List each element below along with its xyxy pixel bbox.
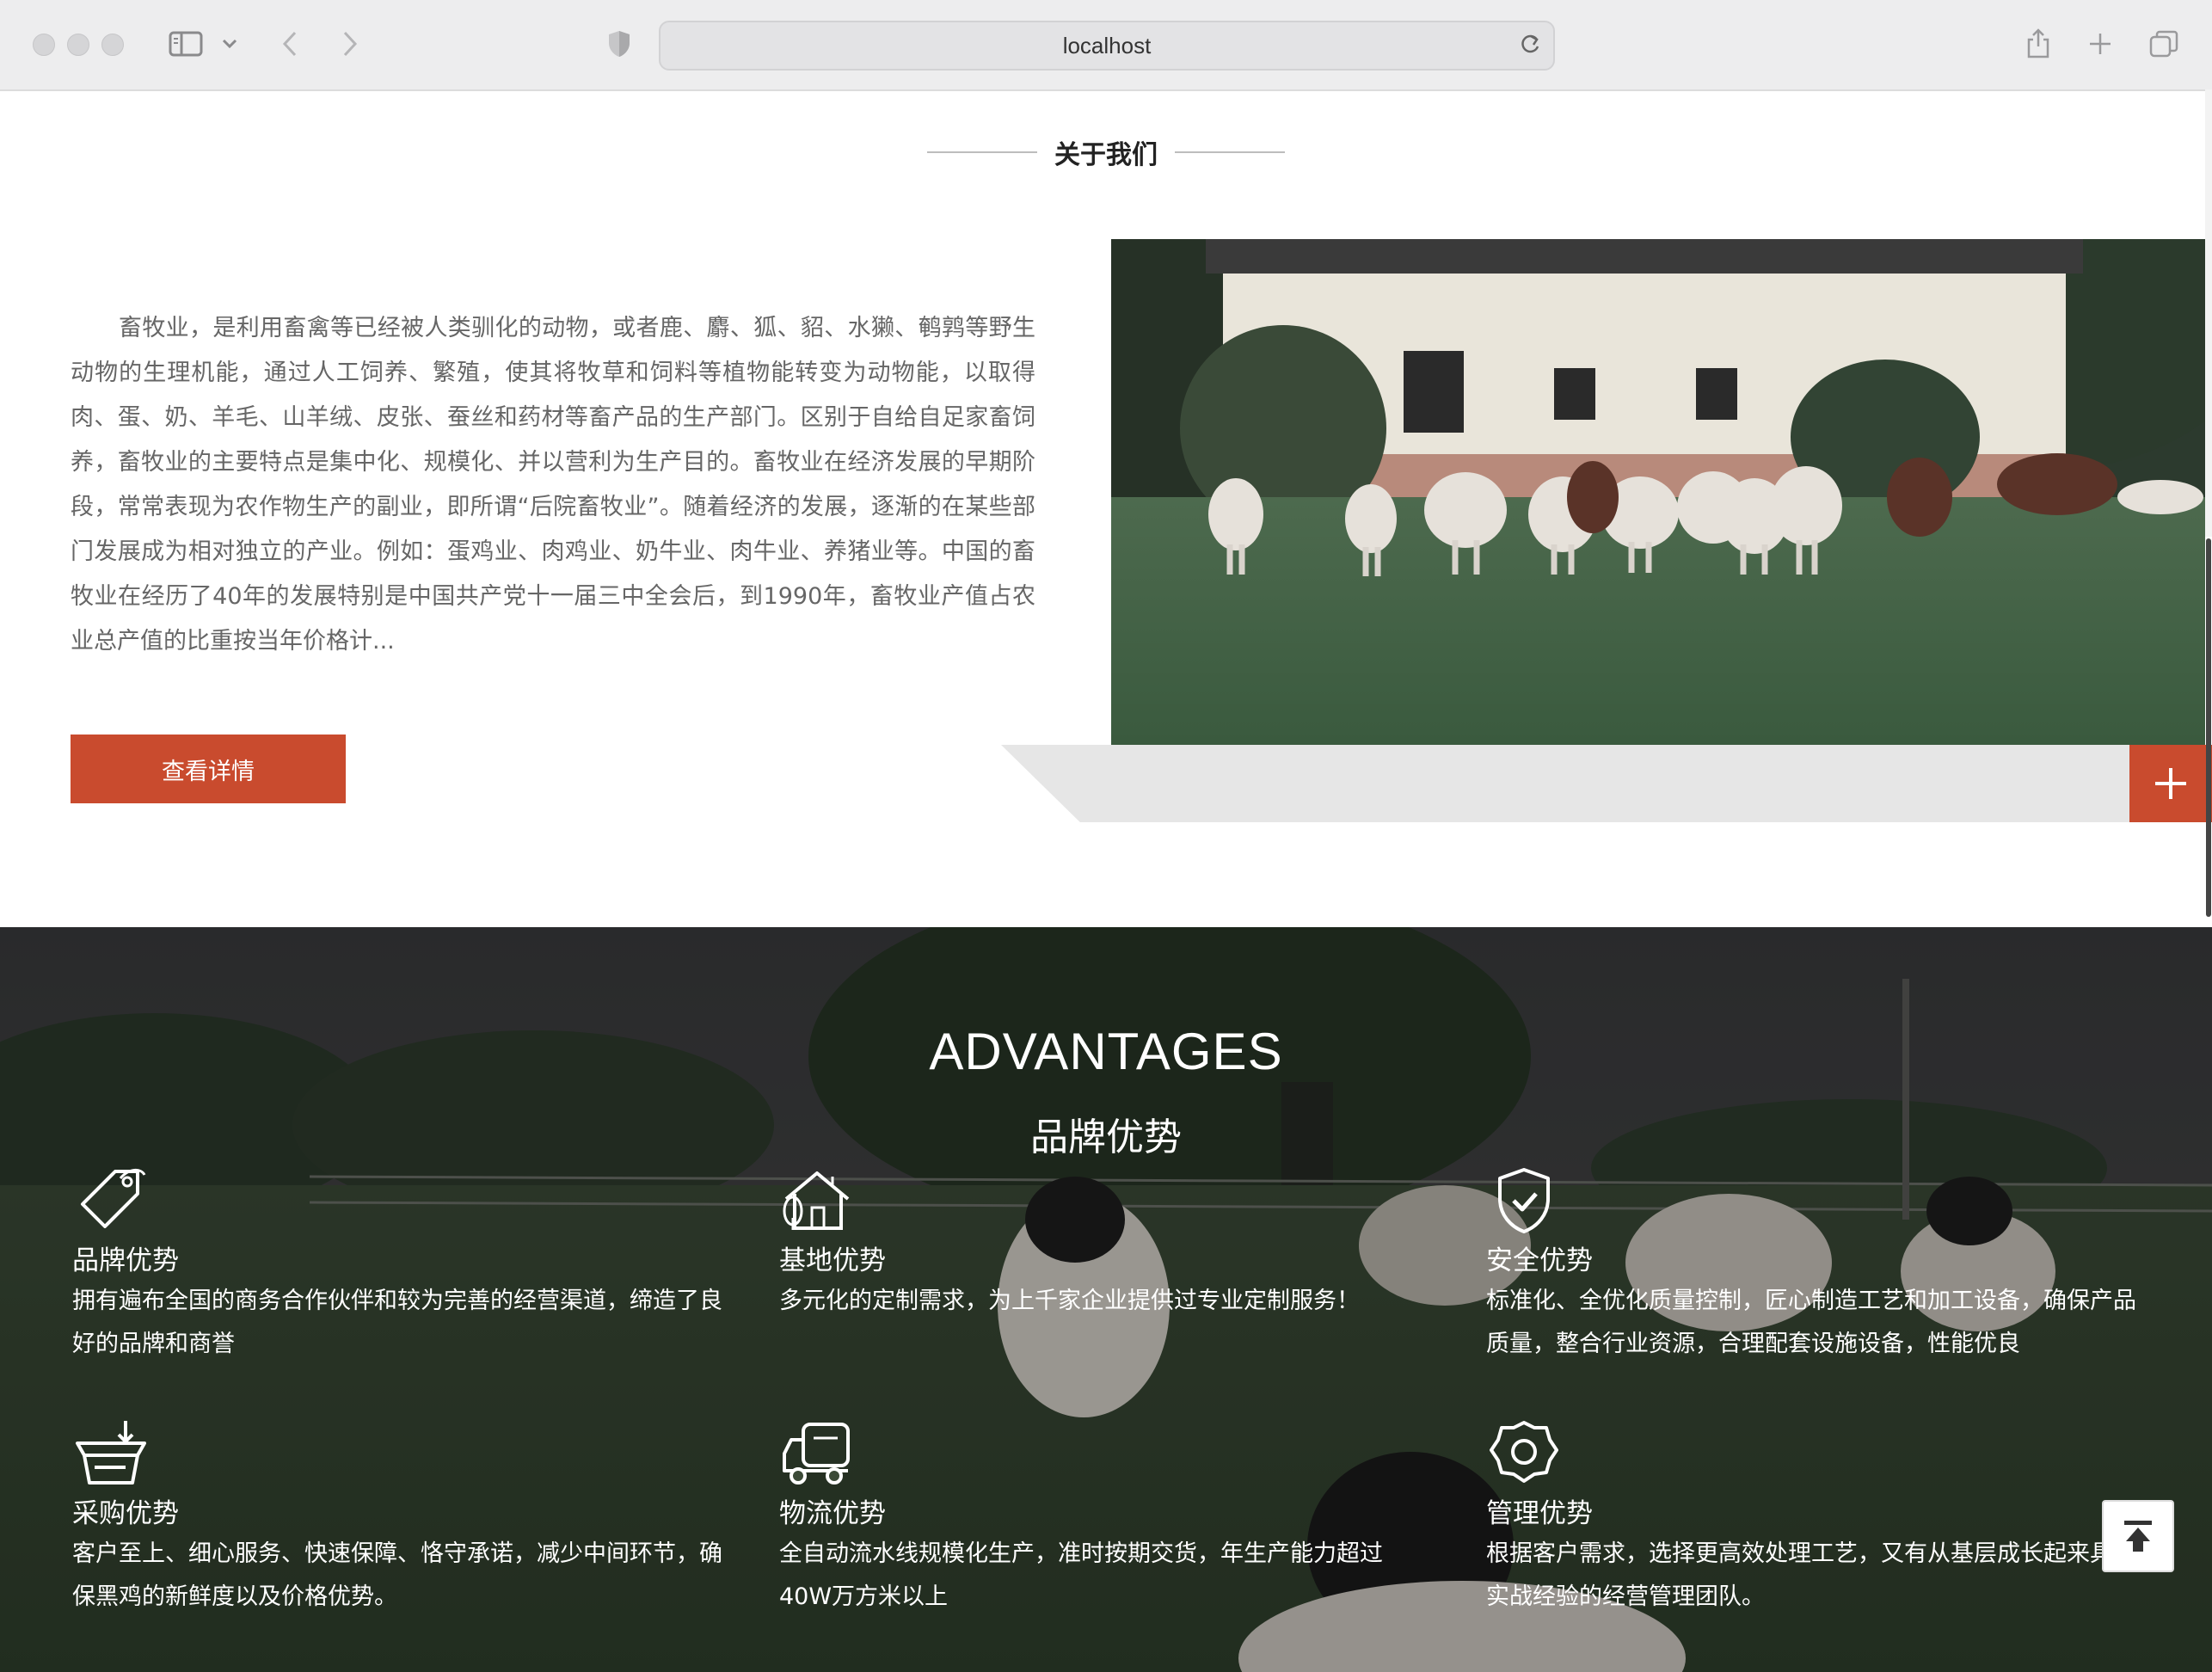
url-text: localhost [1062, 32, 1152, 58]
advantage-desc: 根据客户需求，选择更高效处理工艺，又有从基层成长起来具有实战经验的经营管理团队。 [1486, 1540, 2136, 1610]
advantage-item-purchase: 采购优势 客户至上、细心服务、快速保障、恪守承诺，减少中间环节，确保黑鸡的新鲜度… [72, 1419, 726, 1619]
reload-icon[interactable] [1519, 33, 1541, 63]
address-bar[interactable]: localhost [659, 21, 1555, 71]
scrollbar-track [2205, 89, 2212, 537]
advantage-desc: 拥有遍布全国的商务合作伙伴和较为完善的经营渠道，缔造了良好的品牌和商誉 [72, 1288, 722, 1357]
browser-toolbar: localhost [0, 0, 2212, 91]
sidebar-icon[interactable] [167, 26, 205, 62]
window-minimize-button[interactable] [67, 34, 89, 56]
advantage-item-management: 管理优势 根据客户需求，选择更高效处理工艺，又有从基层成长起来具有实战经验的经营… [1486, 1419, 2140, 1619]
decorative-gray-band [1001, 745, 2129, 822]
plus-icon[interactable] [2129, 745, 2212, 822]
heading-line-right [1175, 151, 1285, 153]
advantages-subtitle: 品牌优势 [1030, 1116, 1182, 1159]
purchase-basket-icon [72, 1419, 150, 1488]
new-tab-icon[interactable] [2085, 26, 2116, 62]
about-section-heading: 关于我们 [0, 131, 2212, 174]
shield-icon[interactable] [604, 26, 635, 62]
advantages-title: ADVANTAGES [929, 1023, 1283, 1080]
farm-house-icon [779, 1166, 857, 1235]
back-to-top-icon[interactable] [2102, 1500, 2174, 1572]
chevron-down-icon[interactable] [220, 26, 239, 62]
tag-icon [72, 1166, 150, 1235]
advantage-name: 基地优势 [779, 1245, 886, 1276]
share-icon[interactable] [2023, 26, 2054, 62]
advantage-name: 采购优势 [72, 1498, 179, 1529]
about-description: 畜牧业，是利用畜禽等已经被人类驯化的动物，或者鹿、麝、狐、貂、水獭、鹌鹑等野生动… [71, 315, 1035, 655]
advantage-item-brand: 品牌优势 拥有遍布全国的商务合作伙伴和较为完善的经营渠道，缔造了良好的品牌和商誉 [72, 1166, 726, 1366]
scrollbar-thumb[interactable] [2206, 538, 2211, 917]
back-icon[interactable] [277, 26, 303, 62]
window-close-button[interactable] [33, 34, 55, 56]
advantage-item-safety: 安全优势 标准化、全优化质量控制，匠心制造工艺和加工设备，确保产品质量，整合行业… [1486, 1166, 2140, 1366]
advantage-desc: 客户至上、细心服务、快速保障、恪守承诺，减少中间环节，确保黑鸡的新鲜度以及价格优… [72, 1540, 722, 1610]
about-title: 关于我们 [1054, 140, 1158, 170]
gear-icon [1486, 1419, 1564, 1488]
advantage-desc: 标准化、全优化质量控制，匠心制造工艺和加工设备，确保产品质量，整合行业资源，合理… [1486, 1288, 2136, 1357]
shield-check-icon [1486, 1166, 1564, 1235]
view-details-button[interactable]: 查看详情 [71, 735, 346, 803]
advantage-desc: 全自动流水线规模化生产，准时按期交货，年生产能力超过40W万方米以上 [779, 1540, 1383, 1610]
truck-icon [779, 1419, 857, 1488]
advantage-item-logistics: 物流优势 全自动流水线规模化生产，准时按期交货，年生产能力超过40W万方米以上 [779, 1419, 1433, 1619]
forward-icon[interactable] [337, 26, 363, 62]
advantage-name: 安全优势 [1486, 1245, 1593, 1276]
advantage-desc: 多元化的定制需求，为上千家企业提供过专业定制服务！ [779, 1288, 1360, 1314]
advantage-name: 物流优势 [779, 1498, 886, 1529]
sheep-flock-photo [1111, 239, 2205, 745]
advantage-name: 管理优势 [1486, 1498, 1593, 1529]
advantage-name: 品牌优势 [72, 1245, 179, 1276]
window-zoom-button[interactable] [101, 34, 124, 56]
tabs-icon[interactable] [2147, 26, 2181, 62]
advantage-item-base: 基地优势 多元化的定制需求，为上千家企业提供过专业定制服务！ [779, 1166, 1433, 1323]
heading-line-left [927, 151, 1037, 153]
